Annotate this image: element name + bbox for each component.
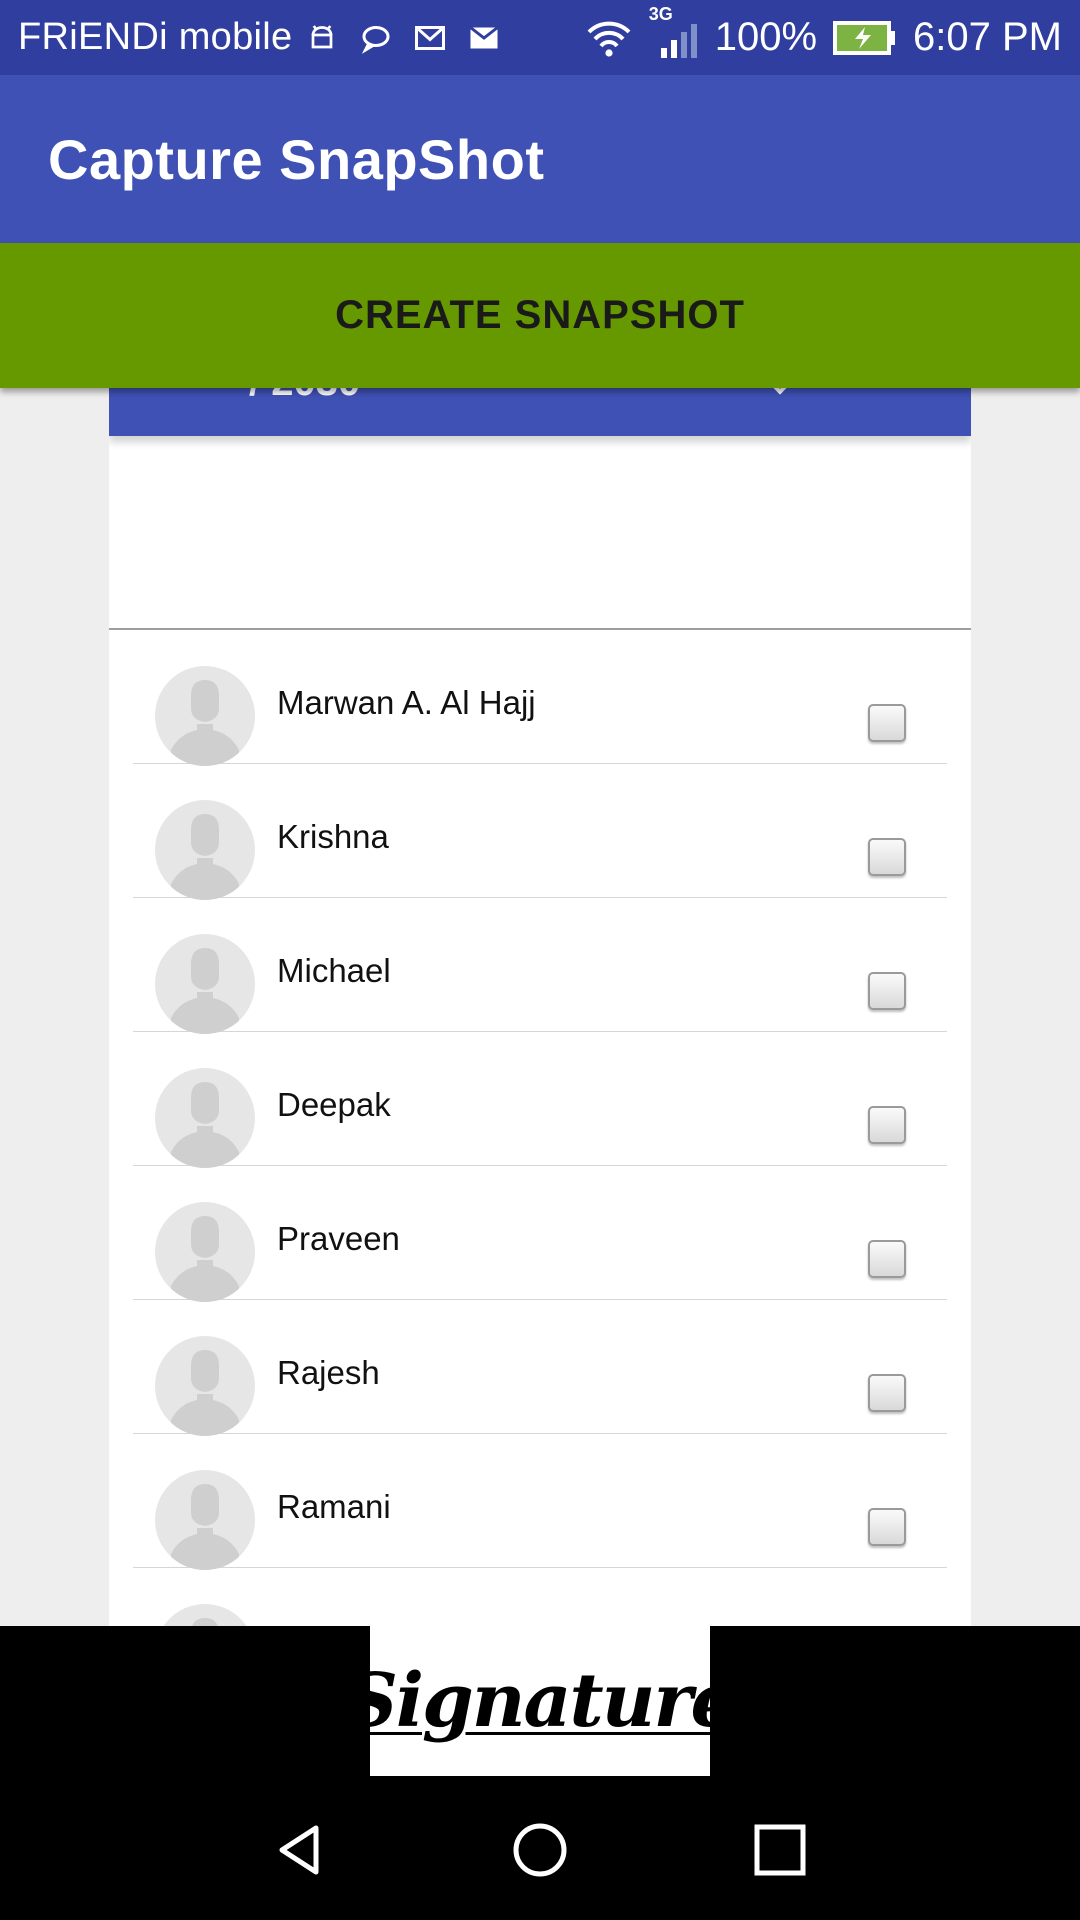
list-item[interactable]: Marwan A. Al Hajj bbox=[133, 630, 947, 766]
contact-name: Praveen bbox=[277, 1220, 400, 1257]
avatar bbox=[155, 1202, 255, 1302]
avatar bbox=[155, 800, 255, 900]
list-item[interactable]: Rajesh bbox=[133, 1300, 947, 1436]
navigation-bar bbox=[0, 1776, 1080, 1920]
home-icon[interactable] bbox=[512, 1822, 568, 1878]
avatar bbox=[155, 934, 255, 1034]
contact-name: Rajesh bbox=[277, 1354, 380, 1391]
list-item[interactable]: Michael bbox=[133, 898, 947, 1034]
avatar bbox=[155, 1068, 255, 1168]
card-header: / 2030 bbox=[109, 388, 971, 436]
contact-name: Michael bbox=[277, 952, 391, 989]
contact-name: Marwan A. Al Hajj bbox=[277, 684, 536, 721]
list-item[interactable]: Krishna bbox=[133, 764, 947, 900]
gmail-icon bbox=[415, 25, 446, 50]
signature-logo: Signature bbox=[344, 1658, 737, 1744]
contact-name: Deepak bbox=[277, 1086, 391, 1123]
back-icon[interactable] bbox=[272, 1822, 328, 1878]
recents-icon[interactable] bbox=[752, 1822, 808, 1878]
signal-icon: 3G bbox=[649, 4, 699, 58]
select-checkbox[interactable] bbox=[868, 972, 906, 1010]
chat-bubble-icon bbox=[362, 25, 390, 54]
ad-image[interactable]: Signature bbox=[344, 1626, 738, 1776]
page-title: Capture SnapShot bbox=[48, 127, 545, 191]
card-header-text: / 2030 bbox=[249, 388, 360, 405]
select-checkbox[interactable] bbox=[868, 1106, 906, 1144]
avatar bbox=[155, 1470, 255, 1570]
avatar bbox=[155, 1604, 255, 1628]
wifi-icon bbox=[587, 21, 631, 57]
select-checkbox[interactable] bbox=[868, 1240, 906, 1278]
select-checkbox[interactable] bbox=[868, 838, 906, 876]
contact-name: Ramani bbox=[277, 1488, 391, 1525]
carrier-name: FRiENDi mobile bbox=[18, 16, 293, 58]
clock: 6:07 PM bbox=[913, 15, 1062, 59]
contact-list: Marwan A. Al Hajj Krishna Michael Deepak bbox=[133, 630, 947, 1628]
battery-percent: 100% bbox=[714, 15, 818, 59]
network-type: 3G bbox=[648, 3, 673, 24]
select-checkbox[interactable] bbox=[868, 704, 906, 742]
status-bar: FRiENDi mobile 3G 100% 6:07 PM bbox=[0, 0, 1080, 75]
select-checkbox[interactable] bbox=[868, 1508, 906, 1546]
list-item[interactable]: Ramani bbox=[133, 1434, 947, 1570]
list-item-partial[interactable] bbox=[133, 1568, 947, 1628]
avatar bbox=[155, 1336, 255, 1436]
select-checkbox[interactable] bbox=[868, 1374, 906, 1412]
list-item[interactable]: Deepak bbox=[133, 1032, 947, 1168]
chevron-down-icon[interactable] bbox=[764, 388, 796, 395]
battery-charging-icon bbox=[833, 20, 896, 55]
mail-icon bbox=[470, 25, 499, 48]
create-snapshot-button[interactable]: CREATE SNAPSHOT bbox=[0, 243, 1080, 388]
ad-banner: Signature bbox=[0, 1626, 1080, 1776]
app-bar: Capture SnapShot bbox=[0, 75, 1080, 243]
contact-name: Krishna bbox=[277, 818, 389, 855]
list-item[interactable]: Praveen bbox=[133, 1166, 947, 1302]
contacts-card: / 2030 Marwan A. Al Hajj Krishna Michael bbox=[109, 388, 971, 1628]
avatar bbox=[155, 666, 255, 766]
android-icon bbox=[312, 24, 333, 48]
